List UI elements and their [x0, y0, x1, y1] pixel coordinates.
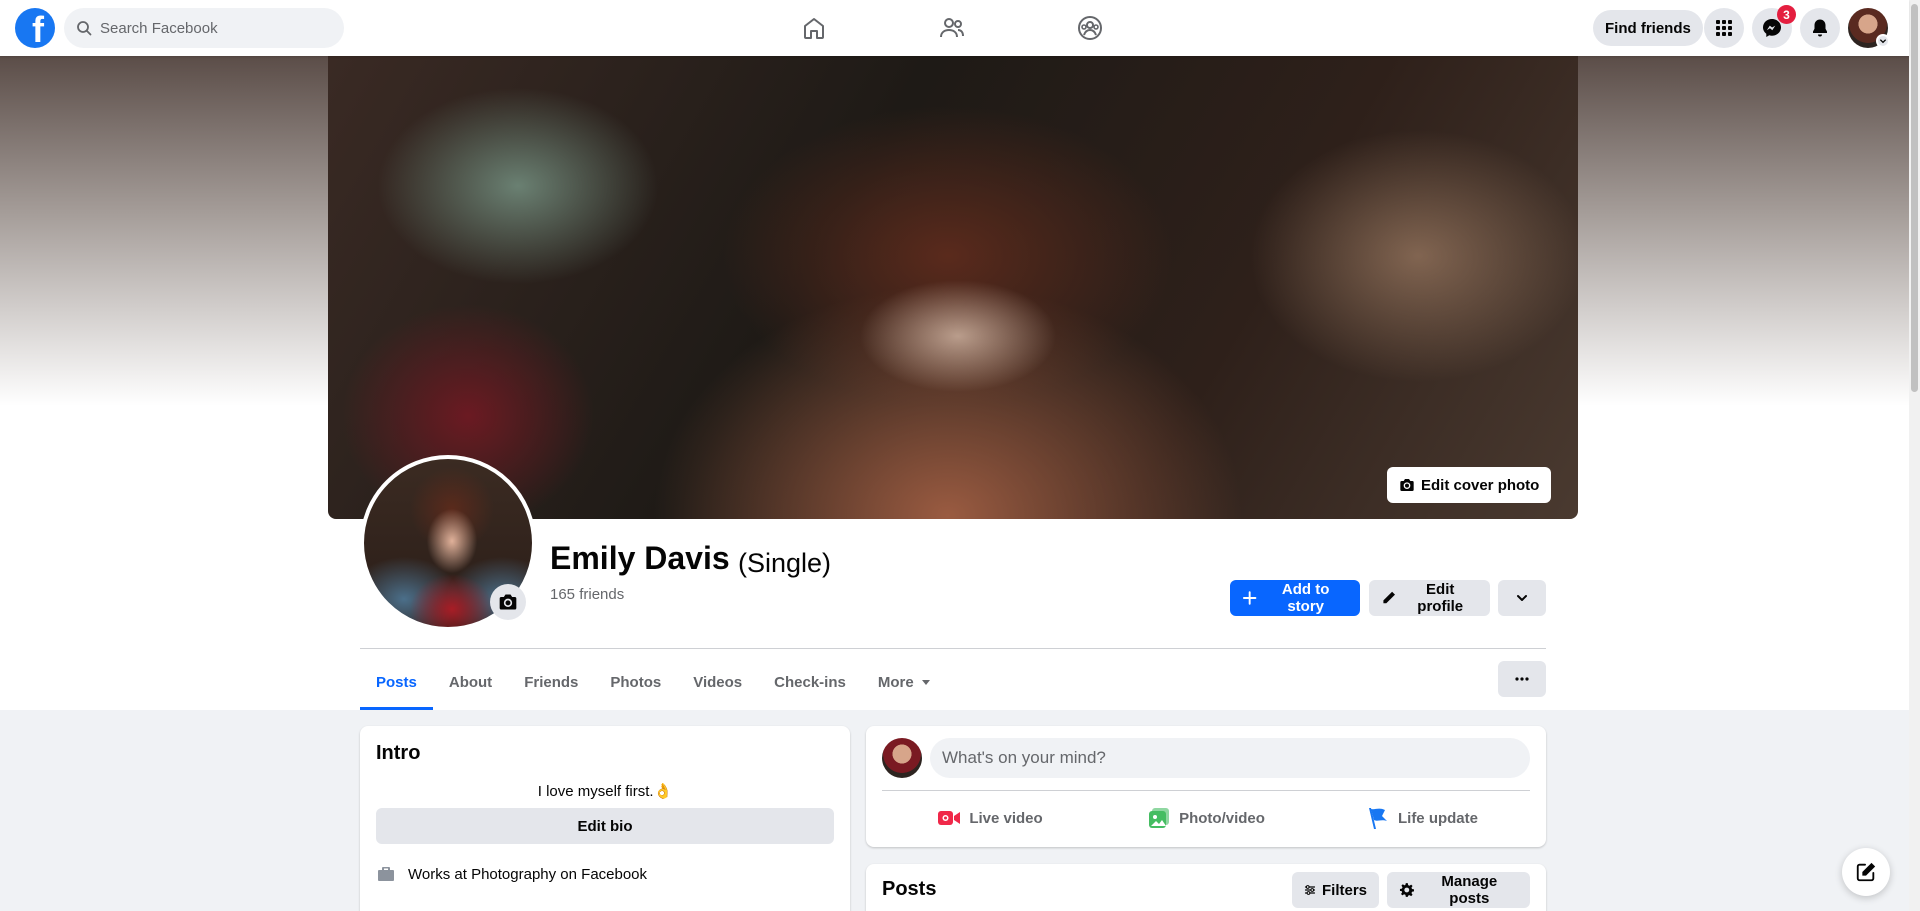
composer-input[interactable]: What's on your mind? [930, 738, 1530, 778]
messenger-badge: 3 [1777, 5, 1796, 24]
life-update-button[interactable]: Life update [1314, 798, 1530, 838]
tab-photos[interactable]: Photos [594, 654, 677, 710]
chevron-down-icon [1517, 595, 1527, 601]
edit-cover-photo-button[interactable]: Edit cover photo [1387, 467, 1552, 503]
profile-tabs: Posts About Friends Photos Videos Check-… [360, 654, 948, 710]
new-message-button[interactable] [1842, 848, 1890, 896]
pencil-icon [1383, 591, 1395, 604]
nav-groups[interactable] [1035, 8, 1145, 48]
bio-text: I love myself first.👌 [537, 783, 673, 800]
camera-icon [1400, 479, 1414, 491]
relationship-status: (Single) [738, 548, 832, 578]
intro-title: Intro [376, 742, 421, 764]
facebook-logo[interactable]: f [15, 8, 55, 48]
tab-videos[interactable]: Videos [677, 654, 758, 710]
photo-video-label: Photo/video [1179, 809, 1265, 827]
tabs-overflow-button[interactable] [1498, 661, 1546, 697]
cover-photo[interactable] [328, 56, 1578, 519]
home-icon [804, 18, 824, 39]
menu-grid-icon [1716, 20, 1732, 36]
composer-actions: Live video Photo/video Life update [882, 798, 1530, 838]
chevron-down-icon [1879, 39, 1887, 44]
filters-label: Filters [1321, 881, 1367, 899]
nav-friends[interactable] [897, 8, 1007, 48]
friends-count[interactable]: 165 friends [550, 586, 624, 603]
search-input[interactable] [100, 19, 320, 37]
post-composer: What's on your mind? Live video Photo/vi… [866, 726, 1546, 847]
groups-icon [1078, 16, 1102, 40]
intro-card: Intro I love myself first.👌 Edit bio Wor… [360, 726, 850, 911]
bell-icon [1813, 19, 1827, 37]
camera-icon [499, 594, 517, 610]
sliders-icon [1304, 885, 1316, 895]
edit-profile-label: Edit profile [1417, 581, 1464, 615]
edit-profile-button[interactable]: Edit profile [1369, 580, 1490, 616]
notifications-button[interactable] [1800, 8, 1840, 48]
compose-icon [1856, 862, 1876, 882]
work-info: Works at Photography on Facebook [376, 864, 647, 884]
manage-posts-label: Manage posts [1441, 873, 1498, 907]
flag-icon [1368, 808, 1387, 829]
friends-icon [940, 18, 964, 38]
caret-down-icon [921, 680, 930, 685]
logo-letter: f [32, 9, 44, 48]
gear-icon [1399, 883, 1414, 897]
video-camera-icon [938, 811, 961, 825]
tab-more[interactable]: More [862, 654, 948, 710]
photo-video-button[interactable]: Photo/video [1098, 798, 1314, 838]
live-video-button[interactable]: Live video [882, 798, 1098, 838]
photo-icon [1149, 808, 1170, 828]
briefcase-icon [378, 867, 394, 881]
ellipsis-icon [1515, 677, 1529, 681]
posts-title: Posts [882, 878, 937, 900]
filters-button[interactable]: Filters [1292, 872, 1379, 908]
messenger-button[interactable]: 3 [1752, 5, 1796, 48]
profile-more-options-button[interactable] [1498, 580, 1546, 616]
tab-friends[interactable]: Friends [508, 654, 594, 710]
work-text: Works at Photography on Facebook [408, 865, 648, 883]
add-to-story-button[interactable]: Add to story [1230, 580, 1360, 616]
edit-bio-button[interactable]: Edit bio [376, 808, 834, 844]
scrollbar-thumb[interactable] [1911, 4, 1918, 392]
life-update-label: Life update [1397, 809, 1478, 827]
update-profile-picture-button[interactable] [490, 584, 526, 620]
header-divider [360, 648, 1546, 649]
nav-home[interactable] [759, 8, 869, 48]
composer-divider [882, 790, 1530, 791]
posts-header-card: Posts Filters Manage posts [866, 864, 1546, 911]
plus-icon [1242, 591, 1257, 605]
profile-name: Emily Davis [550, 540, 730, 576]
tab-about[interactable]: About [433, 654, 508, 710]
add-to-story-label: Add to story [1281, 581, 1330, 615]
tab-posts[interactable]: Posts [360, 654, 433, 710]
search-icon [77, 21, 92, 36]
find-friends-button[interactable]: Find friends [1593, 10, 1703, 46]
manage-posts-button[interactable]: Manage posts [1387, 872, 1530, 908]
composer-avatar[interactable] [882, 738, 922, 778]
page-scrollbar[interactable] [1909, 0, 1920, 911]
account-menu-chevron[interactable] [1876, 34, 1890, 48]
tab-check-ins[interactable]: Check-ins [758, 654, 862, 710]
live-video-label: Live video [969, 809, 1043, 827]
search-box[interactable] [64, 8, 344, 48]
menu-button[interactable] [1704, 8, 1744, 48]
tab-more-label: More [877, 673, 914, 691]
edit-cover-label: Edit cover photo [1421, 476, 1540, 494]
top-navigation-bar: f Find friends 3 [0, 0, 1909, 56]
